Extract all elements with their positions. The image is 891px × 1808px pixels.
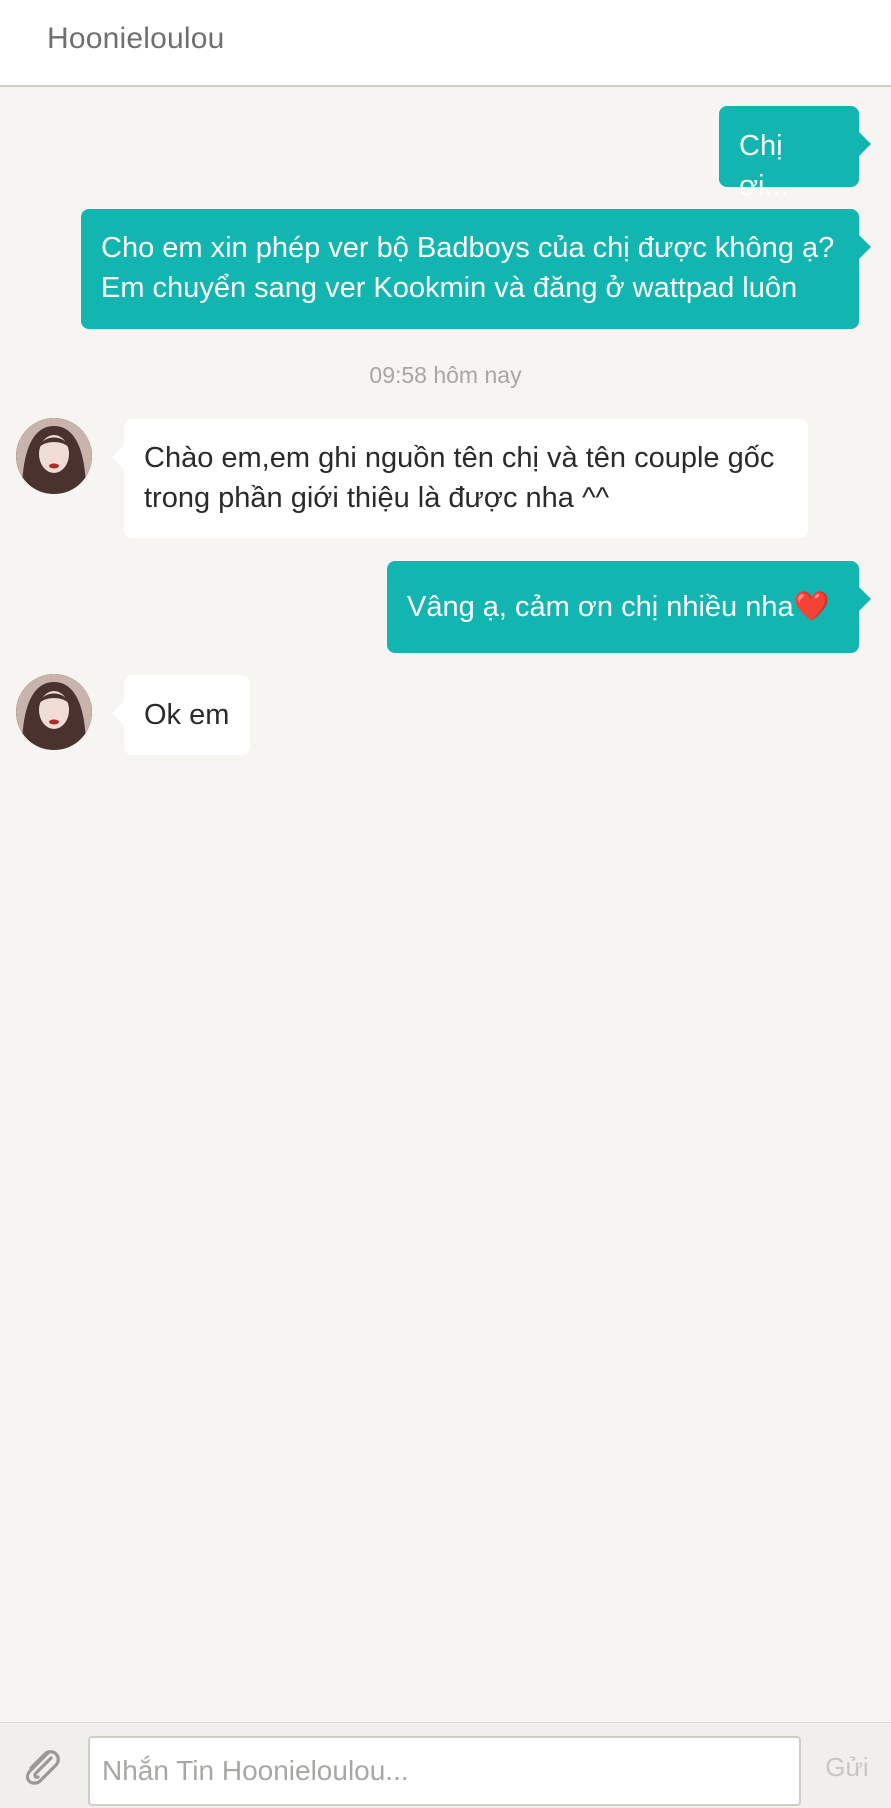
outgoing-message: Vâng ạ, cảm ơn chị nhiều nha❤️ <box>387 561 871 653</box>
incoming-message: Chào em,em ghi nguồn tên chị và tên coup… <box>112 419 808 538</box>
chat-header: Hoonieloulou <box>0 0 891 87</box>
bubble-tail <box>112 701 124 725</box>
message-text: Chị ơi... <box>739 130 789 202</box>
message-text: Chào em,em ghi nguồn tên chị và tên coup… <box>144 442 775 514</box>
contact-avatar[interactable] <box>16 418 92 494</box>
bubble-tail <box>859 235 871 259</box>
send-button[interactable]: Gửi <box>812 1743 882 1791</box>
message-text: Vâng ạ, cảm ơn chị nhiều nha❤️ <box>407 591 830 623</box>
paperclip-icon[interactable] <box>18 1743 66 1791</box>
bubble-tail <box>112 445 124 469</box>
contact-avatar[interactable] <box>16 674 92 750</box>
message-text: Ok em <box>144 699 230 731</box>
incoming-message: Ok em <box>112 675 250 755</box>
avatar-image <box>16 674 92 750</box>
outgoing-message: Chị ơi... <box>719 106 871 202</box>
message-input[interactable] <box>88 1736 801 1806</box>
bubble-tail <box>859 132 871 156</box>
message-timestamp: 09:58 hôm nay <box>369 362 522 388</box>
outgoing-message: Cho em xin phép ver bộ Badboys của chị đ… <box>81 209 871 329</box>
avatar-image <box>16 418 92 494</box>
bubble-tail <box>859 587 871 611</box>
message-composer: Gửi <box>0 1722 891 1808</box>
message-text: Cho em xin phép ver bộ Badboys của chị đ… <box>101 232 835 304</box>
conversation-title[interactable]: Hoonieloulou <box>47 22 225 56</box>
